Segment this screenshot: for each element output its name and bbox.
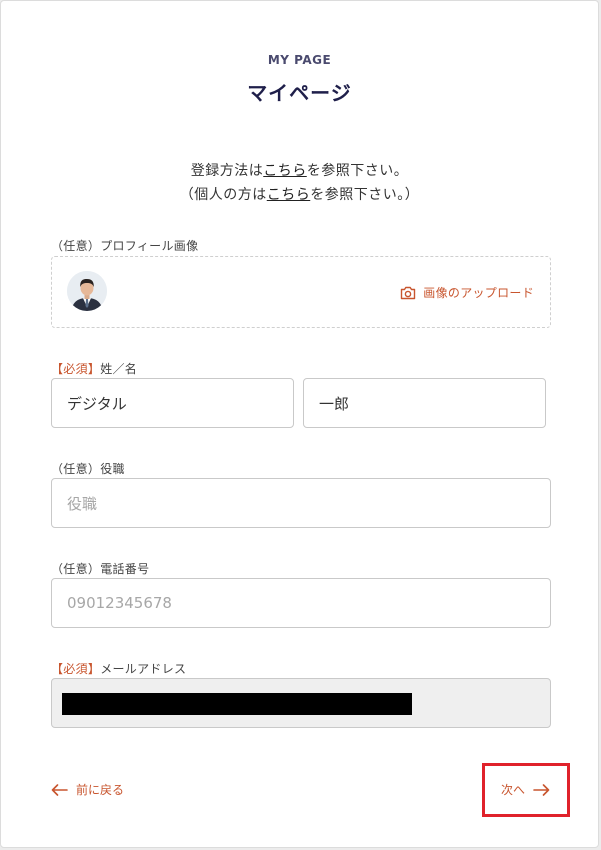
email-label: 【必須】メールアドレス bbox=[51, 660, 186, 677]
intro-line-2: （個人の方はこちらを参照下さい。） bbox=[1, 184, 598, 204]
job-title-label: （任意）役職 bbox=[51, 460, 125, 477]
label-text: 電話番号 bbox=[100, 562, 150, 576]
first-name-input[interactable]: 一郎 bbox=[303, 378, 546, 428]
next-button-highlight: 次へ bbox=[482, 763, 570, 817]
phone-input[interactable]: 09012345678 bbox=[51, 578, 551, 628]
redacted-email-value bbox=[62, 693, 412, 715]
avatar bbox=[67, 271, 107, 311]
intro-text: を参照下さい。 bbox=[306, 163, 409, 179]
page-eyebrow: MY PAGE bbox=[267, 53, 332, 67]
back-label: 前に戻る bbox=[76, 783, 125, 797]
last-name-input[interactable]: デジタル bbox=[51, 378, 294, 428]
optional-tag: （任意） bbox=[51, 239, 101, 253]
arrow-right-icon bbox=[533, 783, 550, 796]
label-text: メールアドレス bbox=[100, 662, 187, 676]
email-input bbox=[51, 678, 551, 728]
next-button[interactable]: 次へ bbox=[501, 781, 550, 798]
avatar-image bbox=[67, 271, 107, 311]
camera-icon bbox=[401, 286, 416, 299]
required-tag: 【必須】 bbox=[51, 362, 101, 376]
upload-label: 画像のアップロード bbox=[423, 286, 534, 300]
individual-guide-link[interactable]: こちら bbox=[267, 187, 311, 203]
profile-image-label: （任意）プロフィール画像 bbox=[51, 237, 198, 254]
label-text: 役職 bbox=[100, 462, 125, 476]
back-button[interactable]: 前に戻る bbox=[51, 781, 124, 798]
intro-text: 登録方法は bbox=[190, 163, 264, 179]
label-text: プロフィール画像 bbox=[100, 239, 199, 253]
required-tag: 【必須】 bbox=[51, 662, 101, 676]
intro-line-1: 登録方法はこちらを参照下さい。 bbox=[1, 160, 598, 180]
phone-label: （任意）電話番号 bbox=[51, 560, 149, 577]
registration-guide-link[interactable]: こちら bbox=[263, 163, 307, 179]
name-label: 【必須】姓／名 bbox=[51, 360, 137, 377]
arrow-left-icon bbox=[51, 783, 68, 796]
optional-tag: （任意） bbox=[51, 562, 101, 576]
label-text: 姓／名 bbox=[100, 362, 138, 376]
job-title-input[interactable]: 役職 bbox=[51, 478, 551, 528]
next-label: 次へ bbox=[501, 783, 526, 797]
optional-tag: （任意） bbox=[51, 462, 101, 476]
mypage-card: MY PAGE マイページ 登録方法はこちらを参照下さい。 （個人の方はこちらを… bbox=[0, 0, 599, 848]
page-title: マイページ bbox=[247, 81, 352, 105]
profile-image-dropzone[interactable]: 画像のアップロード bbox=[51, 256, 551, 328]
intro-text: を参照下さい。） bbox=[310, 187, 420, 203]
image-upload-button[interactable]: 画像のアップロード bbox=[400, 284, 534, 301]
intro-text: （個人の方は bbox=[179, 187, 267, 203]
